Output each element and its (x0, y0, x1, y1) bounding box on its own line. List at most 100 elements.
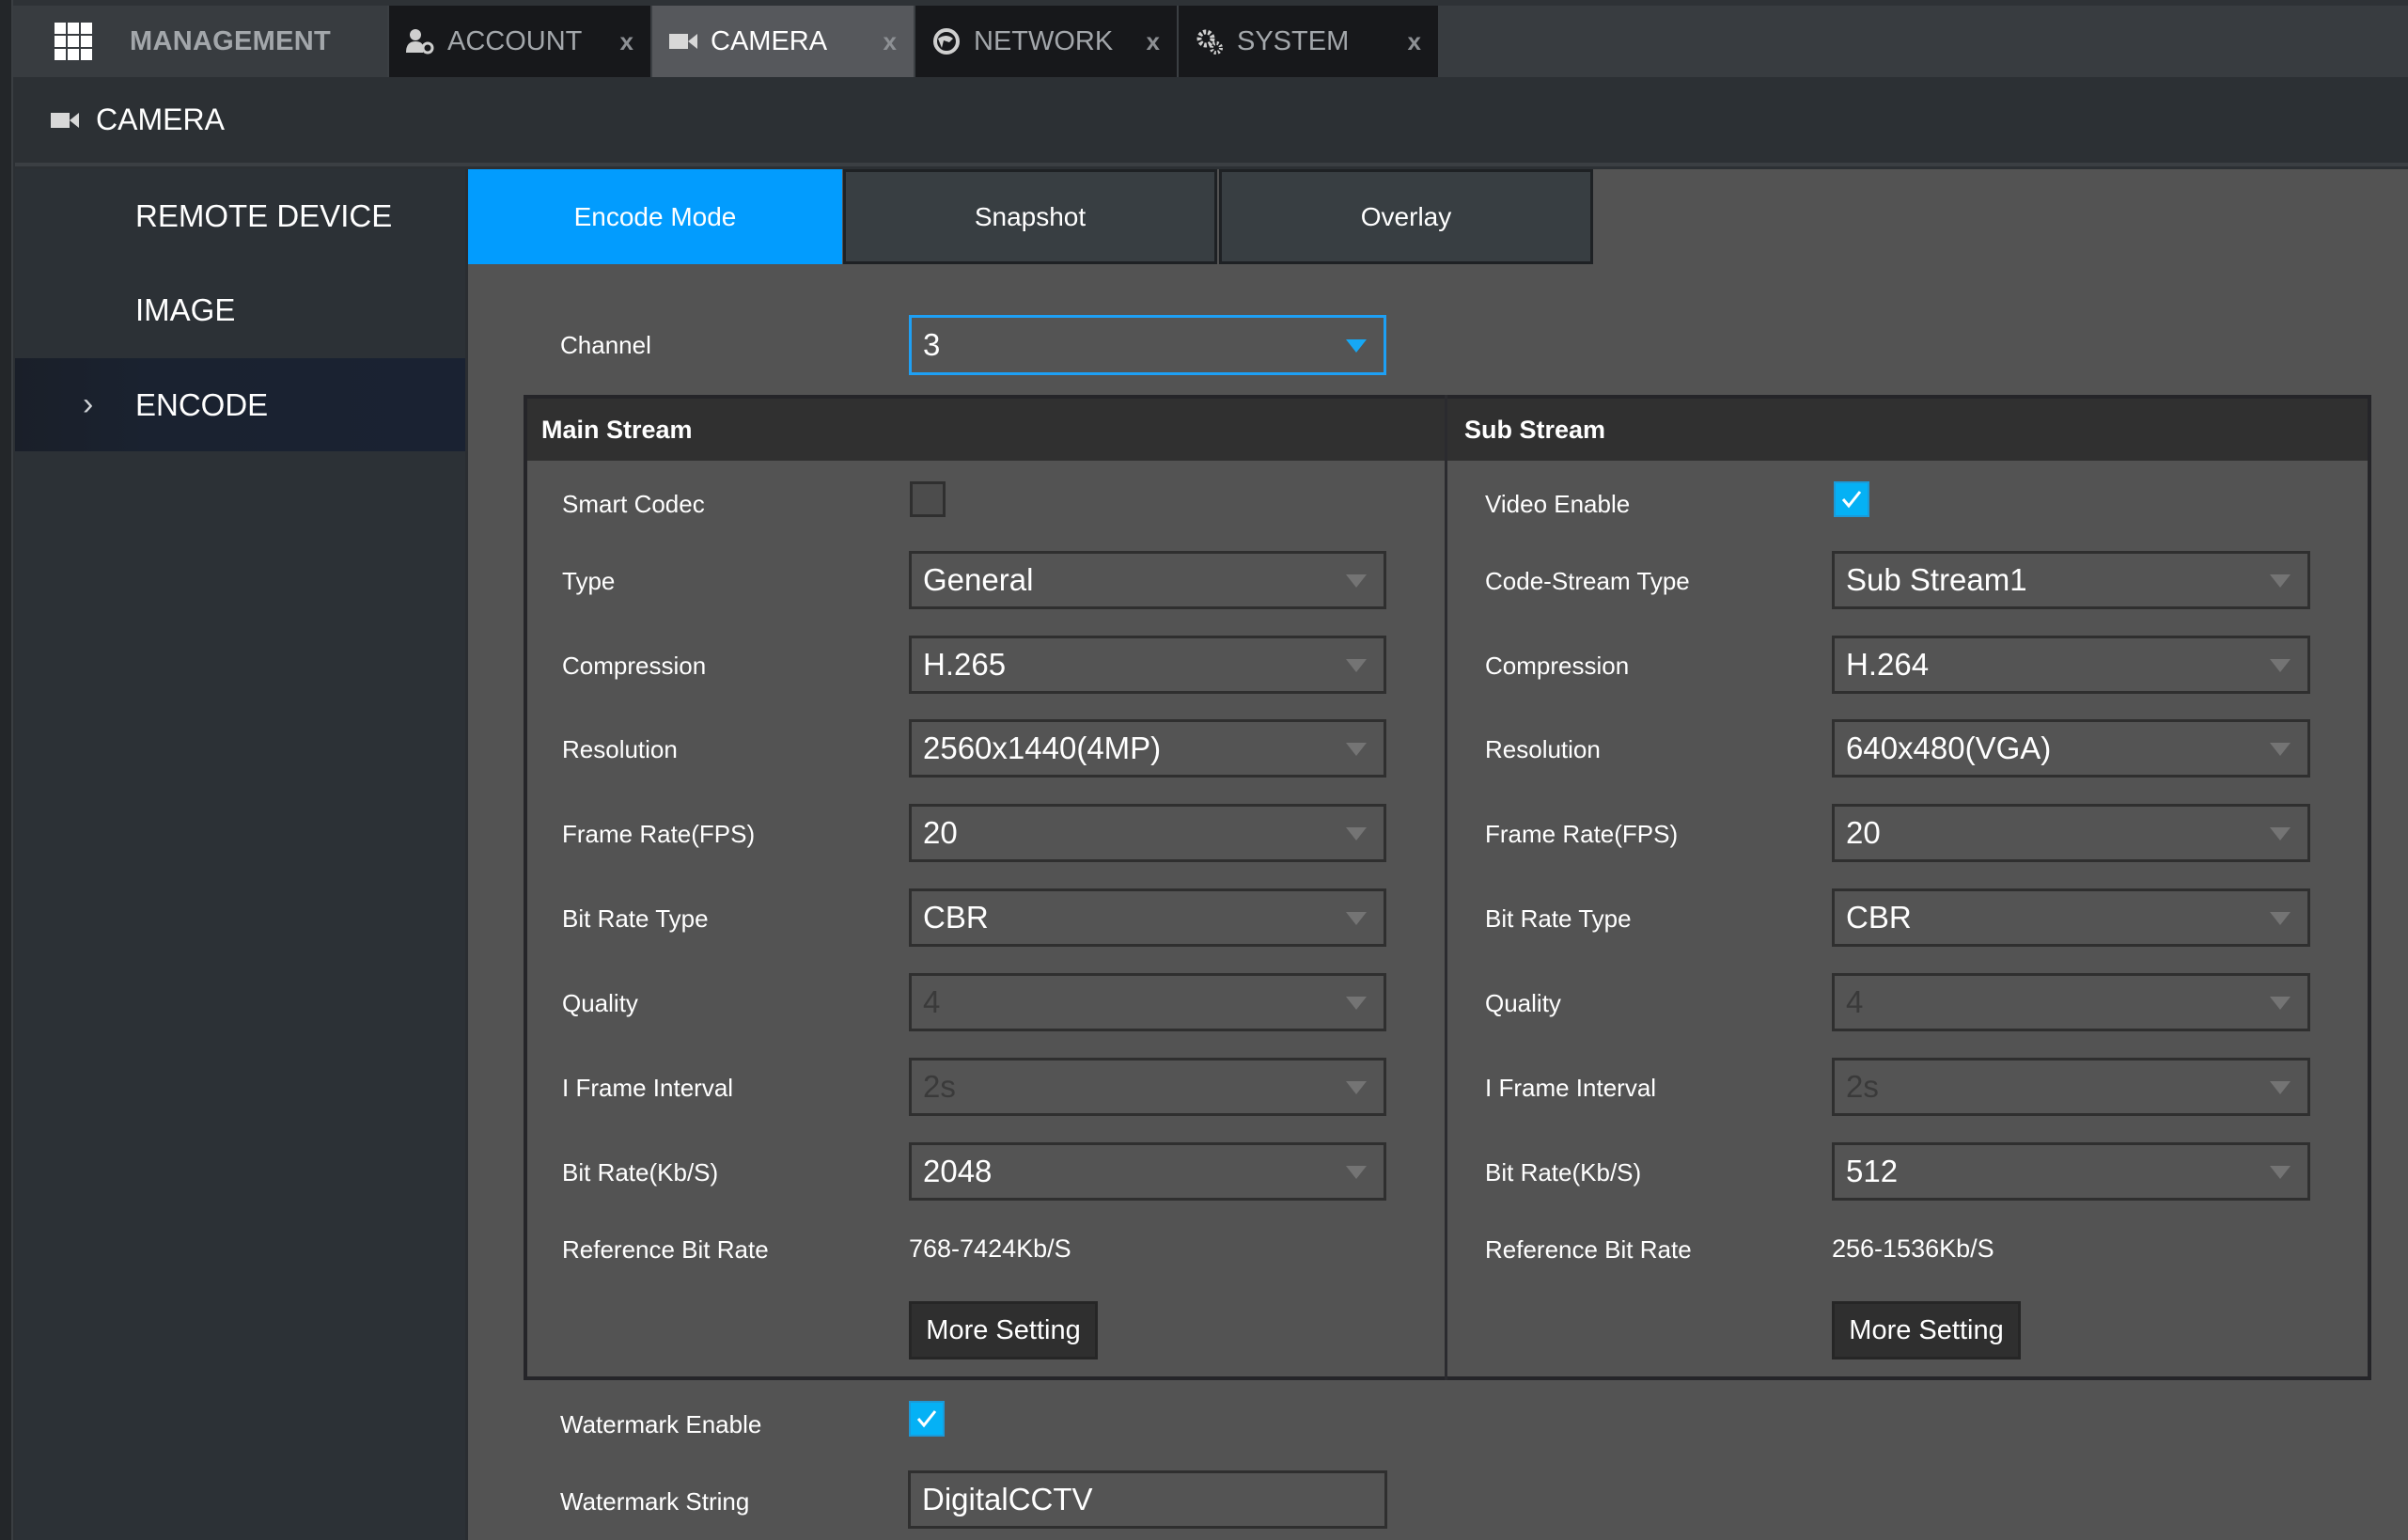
sub-bit-rate-select[interactable]: 512 (1832, 1142, 2310, 1201)
main-frame-rate-value: 20 (923, 815, 958, 850)
main-resolution-select[interactable]: 2560x1440(4MP) (909, 719, 1386, 778)
main-quality-select: 4 (909, 973, 1386, 1031)
window-left-edge (0, 0, 13, 1540)
dropdown-arrow-icon (1346, 743, 1367, 756)
i-frame-interval-label: I Frame Interval (562, 1074, 734, 1102)
close-icon[interactable]: x (1408, 27, 1421, 56)
sidebar-item-label: IMAGE (135, 291, 236, 327)
tab-camera[interactable]: CAMERA x (650, 6, 914, 77)
dropdown-arrow-icon (1346, 827, 1367, 841)
sidebar-item-remote-device[interactable]: REMOTE DEVICE (15, 169, 465, 262)
dropdown-arrow-icon (2270, 827, 2291, 841)
tab-overlay[interactable]: Overlay (1219, 169, 1593, 264)
tab-network[interactable]: NETWORK x (914, 6, 1177, 77)
sub-code-stream-type-select[interactable]: Sub Stream1 (1832, 551, 2310, 609)
main-bit-rate-type-select[interactable]: CBR (909, 888, 1386, 947)
main-more-setting-button[interactable]: More Setting (909, 1301, 1098, 1359)
dropdown-arrow-icon (2270, 574, 2291, 588)
management-menu[interactable]: MANAGEMENT (13, 6, 387, 77)
dropdown-arrow-icon (1346, 912, 1367, 925)
tab-system[interactable]: SYSTEM x (1177, 6, 1438, 77)
tab-account[interactable]: ACCOUNT x (387, 6, 650, 77)
sidebar-item-encode[interactable]: › ENCODE (15, 358, 465, 451)
sub-resolution-value: 640x480(VGA) (1846, 731, 2052, 765)
channel-select[interactable]: 3 (909, 315, 1386, 375)
compression-label: Compression (562, 652, 707, 680)
video-enable-checkbox[interactable] (1834, 481, 1869, 517)
sub-i-frame-interval-select: 2s (1832, 1058, 2310, 1116)
watermark-enable-label: Watermark Enable (560, 1410, 762, 1438)
dropdown-arrow-icon (1346, 659, 1367, 672)
main-type-value: General (923, 562, 1034, 597)
main-type-select[interactable]: General (909, 551, 1386, 609)
smart-codec-checkbox[interactable] (910, 481, 946, 517)
sub-compression-value: H.264 (1846, 647, 1930, 682)
sub-code-stream-type-value: Sub Stream1 (1846, 562, 2027, 597)
sub-frame-rate-value: 20 (1846, 815, 1881, 850)
channel-label: Channel (560, 331, 651, 359)
sub-stream-header: Sub Stream (1447, 399, 2368, 461)
watermark-string-label: Watermark String (560, 1487, 750, 1516)
dropdown-arrow-icon (2270, 912, 2291, 925)
sub-resolution-select[interactable]: 640x480(VGA) (1832, 719, 2310, 778)
checkmark-icon (916, 1410, 937, 1428)
dropdown-arrow-icon (1346, 339, 1367, 353)
tab-snapshot[interactable]: Snapshot (843, 169, 1217, 264)
network-globe-icon (930, 28, 962, 55)
tab-encode-mode[interactable]: Encode Mode (468, 169, 842, 264)
account-gear-icon (404, 28, 436, 55)
main-i-frame-interval-value: 2s (923, 1069, 956, 1104)
main-resolution-value: 2560x1440(4MP) (923, 731, 1162, 765)
sub-compression-select[interactable]: H.264 (1832, 636, 2310, 694)
sub-more-setting-button[interactable]: More Setting (1832, 1301, 2021, 1359)
video-enable-label: Video Enable (1485, 490, 1631, 518)
smart-codec-label: Smart Codec (562, 490, 705, 518)
close-icon[interactable]: x (620, 27, 633, 56)
management-label: MANAGEMENT (130, 25, 332, 56)
watermark-enable-checkbox[interactable] (909, 1401, 945, 1437)
quality-label: Quality (562, 989, 638, 1017)
section-header: CAMERA (15, 77, 2408, 166)
stream-settings-box (524, 395, 2371, 1380)
sub-quality-value: 4 (1846, 984, 1864, 1019)
main-reference-bit-rate-value: 768-7424Kb/S (909, 1234, 1071, 1263)
dropdown-arrow-icon (1346, 997, 1367, 1010)
grid-menu-icon (55, 23, 94, 60)
sidebar-item-image[interactable]: IMAGE (15, 263, 465, 356)
sub-bit-rate-value: 512 (1846, 1154, 1899, 1188)
frame-rate-label: Frame Rate(FPS) (562, 820, 756, 848)
close-icon[interactable]: x (1147, 27, 1160, 56)
resolution-label: Resolution (1485, 735, 1601, 763)
bit-rate-type-label: Bit Rate Type (562, 904, 709, 933)
tab-camera-label: CAMERA (711, 25, 828, 56)
i-frame-interval-label: I Frame Interval (1485, 1074, 1657, 1102)
sub-bit-rate-type-select[interactable]: CBR (1832, 888, 2310, 947)
main-bit-rate-select[interactable]: 2048 (909, 1142, 1386, 1201)
dropdown-arrow-icon (1346, 574, 1367, 588)
channel-value: 3 (923, 327, 941, 362)
watermark-string-input[interactable]: DigitalCCTV (908, 1470, 1387, 1529)
sub-quality-select: 4 (1832, 973, 2310, 1031)
camera-icon (667, 28, 699, 55)
bit-rate-label: Bit Rate(Kb/S) (1485, 1158, 1642, 1186)
sub-frame-rate-select[interactable]: 20 (1832, 804, 2310, 862)
tab-network-label: NETWORK (974, 25, 1114, 56)
close-icon[interactable]: x (883, 27, 897, 56)
sub-bit-rate-type-value: CBR (1846, 900, 1912, 935)
main-i-frame-interval-select: 2s (909, 1058, 1386, 1116)
sub-reference-bit-rate-value: 256-1536Kb/S (1832, 1234, 1994, 1263)
dropdown-arrow-icon (1346, 1081, 1367, 1094)
dropdown-arrow-icon (2270, 1166, 2291, 1179)
camera-icon (51, 111, 79, 130)
dropdown-arrow-icon (2270, 743, 2291, 756)
main-frame-rate-select[interactable]: 20 (909, 804, 1386, 862)
resolution-label: Resolution (562, 735, 678, 763)
main-compression-select[interactable]: H.265 (909, 636, 1386, 694)
sidebar-item-label: REMOTE DEVICE (135, 197, 393, 233)
sidebar: REMOTE DEVICE IMAGE › ENCODE (15, 169, 465, 1540)
main-bit-rate-value: 2048 (923, 1154, 993, 1188)
dropdown-arrow-icon (1346, 1166, 1367, 1179)
bit-rate-type-label: Bit Rate Type (1485, 904, 1632, 933)
watermark-string-value: DigitalCCTV (922, 1482, 1093, 1516)
main-compression-value: H.265 (923, 647, 1007, 682)
